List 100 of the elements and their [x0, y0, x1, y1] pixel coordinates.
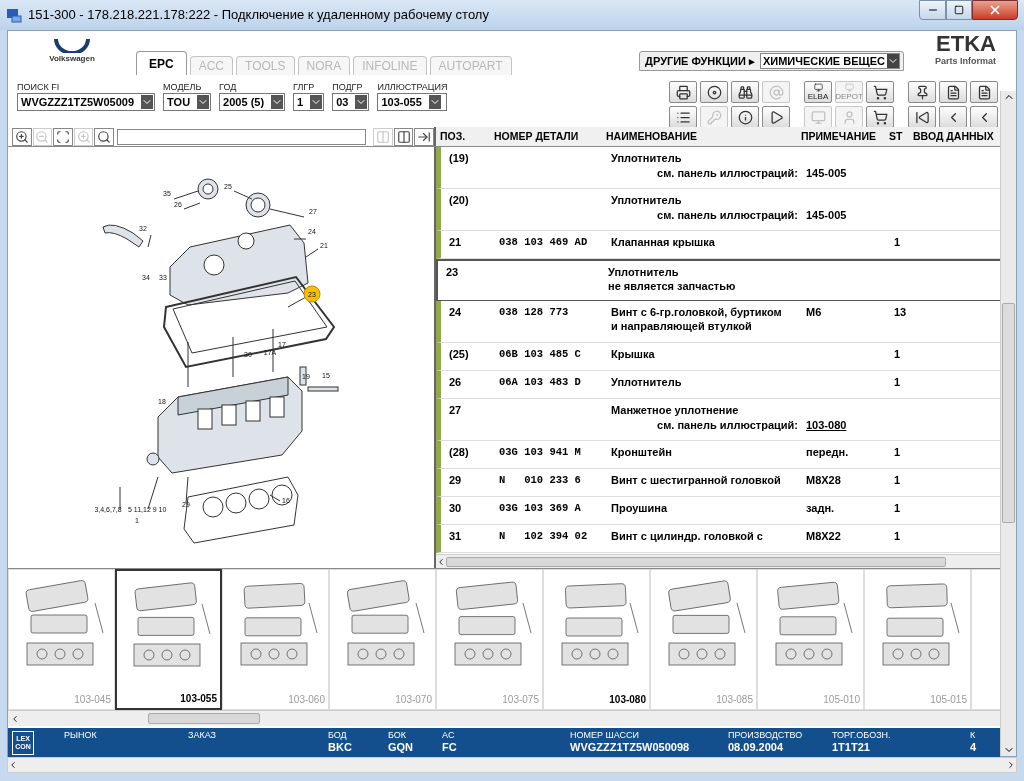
- dropdown-caret-icon: [428, 95, 441, 109]
- toolbar-button[interactable]: [700, 81, 728, 103]
- window-scrollbar[interactable]: [7, 757, 1017, 773]
- toolbar-button[interactable]: [866, 106, 894, 128]
- column-header[interactable]: ST: [889, 128, 913, 145]
- part-number-cell-text: 03G 103 941 M: [499, 445, 582, 459]
- part-number-cell-text: 03G 103 369 A: [499, 501, 582, 515]
- status-label: AC: [442, 730, 456, 741]
- toolbar-button[interactable]: [669, 106, 697, 128]
- quantity-cell-text: 1: [894, 529, 902, 543]
- part-name-cell-text: Уплотнитель: [611, 151, 683, 165]
- thumbnail-scrollbar[interactable]: [8, 710, 1000, 726]
- filter-dropdown[interactable]: 2005 (5): [219, 93, 286, 111]
- thumbnail-label: 103-080: [609, 694, 646, 706]
- maximize-button[interactable]: [946, 0, 972, 20]
- column-header[interactable]: ПРИМЕЧАНИЕ: [801, 128, 889, 145]
- toolbar-button[interactable]: [762, 106, 790, 128]
- part-number-cell-text: 038 128 773: [499, 305, 570, 320]
- status-label: БОД: [328, 730, 348, 741]
- filter-dropdown[interactable]: 03: [332, 93, 370, 111]
- column-header[interactable]: НАИМЕНОВАНИЕ: [606, 128, 801, 145]
- status-value: 1T1T21: [832, 741, 871, 754]
- illustration-thumbnail[interactable]: 103-055: [115, 569, 222, 710]
- status-value: 4: [970, 741, 978, 754]
- list-icon: [675, 109, 691, 125]
- status-label: БОК: [388, 730, 408, 741]
- monitor-icon: [844, 83, 854, 92]
- column-header[interactable]: ПОЗ.: [440, 128, 494, 145]
- note-cell-text: M8X22: [806, 529, 842, 543]
- window-title: 151-300 - 178.218.221.178:222 - Подключение к удаленному рабочему столу: [28, 6, 489, 25]
- part-name-cell-text: Проушина: [611, 501, 669, 515]
- toolbar-button[interactable]: [669, 81, 697, 103]
- position-cell-text: (20): [448, 193, 470, 207]
- position-cell-text: 21: [448, 235, 463, 249]
- zoom-fit-icon: [56, 129, 70, 144]
- filter-dropdown[interactable]: 103-055: [377, 93, 448, 111]
- quantity-cell-text: 13: [894, 305, 908, 320]
- scrollbar-thumb[interactable]: [148, 713, 260, 724]
- viewer-tool-button[interactable]: [393, 127, 414, 146]
- close-icon: [988, 3, 1002, 17]
- filter-dropdown[interactable]: WVGZZZ1TZ5W05009: [17, 93, 156, 111]
- status-label: ТОРГ.ОБОЗН.: [832, 730, 892, 741]
- toolbar-button[interactable]: [866, 81, 894, 103]
- search-field[interactable]: [116, 128, 367, 145]
- part-row[interactable]: 23 Уплотнитель не является запчастью: [436, 259, 1000, 301]
- filter-dropdown[interactable]: 1: [293, 93, 325, 111]
- position-cell-text: 31: [448, 529, 463, 543]
- horizontal-scrollbar[interactable]: [436, 554, 1000, 568]
- viewer-tool-button[interactable]: [414, 127, 434, 146]
- position-cell-text: 27: [448, 403, 463, 417]
- part-number-cell-text: 06B 103 485 C: [499, 347, 582, 361]
- viewer-tool-button[interactable]: [53, 127, 73, 146]
- toolbar-button[interactable]: [731, 106, 759, 128]
- viewer-tool-button[interactable]: [94, 127, 114, 146]
- illustration-thumbnail[interactable]: 103-080: [543, 569, 650, 710]
- position-cell-text: 30: [448, 501, 463, 515]
- person-icon: [841, 109, 857, 125]
- minimize-button[interactable]: [919, 0, 946, 20]
- scrollbar-thumb[interactable]: [446, 556, 946, 567]
- zoom-out-icon: [35, 129, 50, 144]
- document-icon: [945, 84, 961, 100]
- part-name-cell-text: Кронштейн: [611, 445, 673, 459]
- thumbnail-label: 105-010: [823, 694, 860, 706]
- filter-label: ГЛГР: [293, 81, 316, 93]
- scroll-left-icon: [8, 760, 18, 770]
- toolbar-button[interactable]: [908, 81, 936, 103]
- filter-dropdown[interactable]: TOU: [163, 93, 212, 111]
- illustration-reference: 145-005: [806, 166, 848, 180]
- illustration-link[interactable]: 103-080: [806, 418, 894, 432]
- product-logo: ETKA: [936, 33, 996, 55]
- scrollbar-thumb[interactable]: [1002, 303, 1015, 523]
- reference-label: см. панель иллюстраций:: [656, 166, 799, 180]
- part-name-cell-text: Уплотнитель: [611, 193, 683, 207]
- part-name-cell-text: Крышка: [611, 347, 656, 361]
- other-functions-dropdown[interactable]: ХИМИЧЕСКИЕ ВЕЩЕС: [759, 53, 900, 69]
- toolbar-button[interactable]: [908, 106, 936, 128]
- toolbar-button[interactable]: [939, 81, 967, 103]
- toolbar-button[interactable]: [731, 81, 759, 103]
- part-name-cell-text: не является запчастью: [608, 279, 737, 293]
- part-name-cell-text: и направляющей втулкой: [611, 319, 753, 333]
- quantity-cell-text: 1: [894, 375, 902, 389]
- status-value: GQN: [388, 741, 415, 754]
- close-button[interactable]: [972, 0, 1018, 20]
- toolbar-button[interactable]: [970, 81, 998, 103]
- tab[interactable]: EPC: [136, 51, 187, 75]
- vertical-scrollbar[interactable]: [1000, 91, 1016, 756]
- toolbar-button[interactable]: ELBA: [804, 81, 832, 103]
- reference-label: см. панель иллюстраций:: [656, 418, 799, 432]
- binoculars-icon: [737, 84, 753, 100]
- pin-icon: [914, 84, 930, 100]
- arrow-right-icon: [417, 129, 432, 144]
- note-cell-text: M6: [806, 305, 823, 320]
- status-value: WVGZZZ1TZ5W050098: [570, 741, 691, 754]
- column-header[interactable]: ВВОД ДАННЫХ: [913, 128, 1000, 145]
- thumbnail-label: 103-055: [180, 693, 217, 705]
- part-number-cell-text: 038 103 469 AD: [499, 235, 589, 249]
- part-name-cell-text: Винт с цилиндр. головкой с: [611, 529, 764, 543]
- column-header[interactable]: НОМЕР ДЕТАЛИ: [494, 128, 606, 145]
- search-icon: [97, 129, 112, 144]
- viewer-tool-button[interactable]: [12, 127, 32, 146]
